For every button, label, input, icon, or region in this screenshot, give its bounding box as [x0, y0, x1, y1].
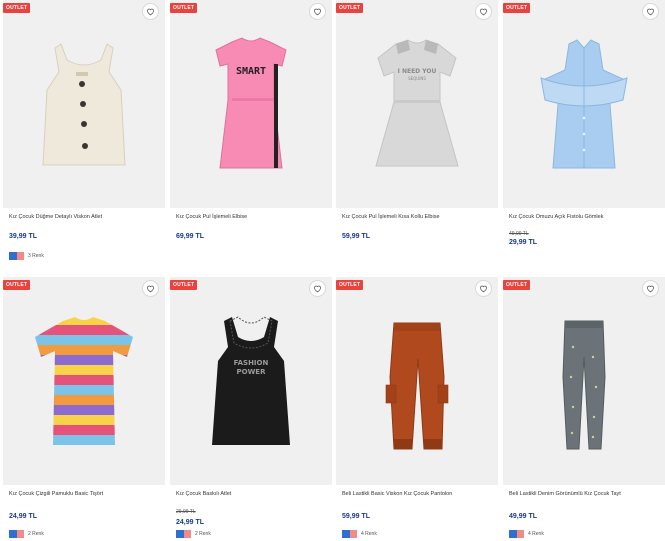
heart-icon — [480, 285, 487, 293]
product-price: 29,99 TL — [509, 239, 538, 246]
product-price: 24,99 TL — [9, 513, 38, 520]
striped-tshirt-image — [35, 317, 133, 445]
outlet-badge: OUTLET — [336, 280, 364, 290]
product-name[interactable]: Kız Çocuk Baskılı Atlet — [176, 491, 231, 497]
tank-top-image: FASHION POWER — [212, 316, 290, 445]
heart-icon — [480, 8, 487, 16]
color-options[interactable]: 4 Renk — [342, 530, 377, 538]
color-options[interactable]: 3 Renk — [9, 252, 44, 260]
favorite-button[interactable] — [309, 280, 326, 297]
heart-icon — [147, 8, 154, 16]
favorite-button[interactable] — [642, 280, 659, 297]
product-name[interactable]: Kız Çocuk Pul İşlemeli Elbise — [176, 214, 247, 220]
leggings-image — [562, 320, 606, 450]
heart-icon — [647, 8, 654, 16]
pants-image — [385, 322, 449, 450]
favorite-button[interactable] — [475, 3, 492, 20]
dress-image: I NEED YOU SEQUINS — [375, 39, 459, 167]
outlet-badge: OUTLET — [503, 3, 531, 13]
favorite-button[interactable] — [142, 280, 159, 297]
color-count: 4 Renk — [361, 531, 377, 537]
color-swatch — [9, 530, 24, 538]
product-name[interactable]: Kız Çocuk Pul İşlemeli Kısa Kollu Elbise — [342, 214, 440, 220]
heart-icon — [314, 8, 321, 16]
print-subtext: POWER — [237, 368, 267, 376]
print-text: FASHION — [234, 359, 269, 367]
color-swatch — [176, 530, 191, 538]
print-text: I NEED YOU — [398, 68, 437, 75]
old-price: 29,99 TL — [176, 509, 196, 515]
favorite-button[interactable] — [475, 280, 492, 297]
product-price: 69,99 TL — [176, 233, 205, 240]
product-name[interactable]: Beli Lastikli Denim Görünümlü Kız Çocuk … — [509, 491, 621, 497]
color-count: 3 Renk — [28, 253, 44, 259]
outlet-badge: OUTLET — [170, 3, 198, 13]
product-grid: OUTLET Kız Çocuk Düğme Detaylı Viskon At… — [0, 0, 665, 541]
outlet-badge: OUTLET — [170, 280, 198, 290]
product-image[interactable]: OUTLET — [3, 277, 165, 485]
product-name[interactable]: Kız Çocuk Düğme Detaylı Viskon Atlet — [9, 214, 102, 220]
print-text: SMART — [236, 66, 266, 77]
product-image[interactable]: FASHION POWER OUTLET — [170, 277, 332, 485]
print-subtext: SEQUINS — [408, 76, 426, 81]
product-price: 39,99 TL — [9, 233, 38, 240]
color-swatch — [342, 530, 357, 538]
product-price: 24,99 TL — [176, 519, 205, 526]
color-options[interactable]: 2 Renk — [176, 530, 211, 538]
product-price: 59,99 TL — [342, 513, 371, 520]
product-name[interactable]: Beli Lastikli Basic Viskon Kız Çocuk Pan… — [342, 491, 452, 497]
dress-image: SMART — [215, 37, 287, 169]
outlet-badge: OUTLET — [3, 3, 31, 13]
product-name[interactable]: Kız Çocuk Çizgili Pamuklu Basic Tişört — [9, 491, 103, 497]
tank-top-image — [42, 43, 126, 166]
color-options[interactable]: 4 Renk — [509, 530, 544, 538]
heart-icon — [147, 285, 154, 293]
favorite-button[interactable] — [142, 3, 159, 20]
heart-icon — [314, 285, 321, 293]
color-count: 2 Renk — [28, 531, 44, 537]
product-image[interactable]: OUTLET — [3, 0, 165, 208]
color-count: 2 Renk — [195, 531, 211, 537]
product-image[interactable]: SMART OUTLET — [170, 0, 332, 208]
product-image[interactable]: OUTLET — [336, 277, 498, 485]
product-image[interactable]: OUTLET — [503, 0, 665, 208]
color-count: 4 Renk — [528, 531, 544, 537]
favorite-button[interactable] — [309, 3, 326, 20]
color-options[interactable]: 2 Renk — [9, 530, 44, 538]
outlet-badge: OUTLET — [336, 3, 364, 13]
color-swatch — [9, 252, 24, 260]
product-price: 59,99 TL — [342, 233, 371, 240]
product-image[interactable]: OUTLET — [503, 277, 665, 485]
old-price: 49,99 TL — [509, 231, 529, 237]
product-price: 49,99 TL — [509, 513, 538, 520]
color-swatch — [509, 530, 524, 538]
shirt-image — [540, 39, 628, 169]
outlet-badge: OUTLET — [3, 280, 31, 290]
product-name[interactable]: Kız Çocuk Omuzu Açık Fistolu Gömlek — [509, 214, 603, 220]
favorite-button[interactable] — [642, 3, 659, 20]
product-image[interactable]: I NEED YOU SEQUINS OUTLET — [336, 0, 498, 208]
heart-icon — [647, 285, 654, 293]
outlet-badge: OUTLET — [503, 280, 531, 290]
